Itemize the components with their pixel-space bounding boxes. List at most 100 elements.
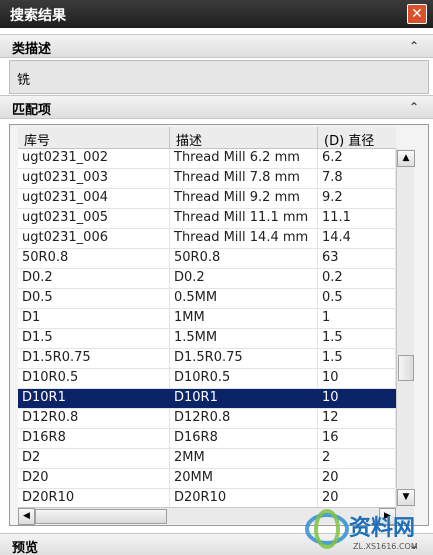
cell-diameter: 7.8 [318, 169, 396, 188]
triangle-up-icon: ▲ [402, 153, 410, 163]
table-row[interactable]: ugt0231_005 Thread Mill 11.1 mm 11.1 [18, 209, 396, 229]
collapse-match-button[interactable]: ⌃ [405, 99, 423, 115]
category-value: 铣 [17, 73, 31, 88]
table-body: ugt0231_002 Thread Mill 6.2 mm 6.2 ugt0231_… [18, 149, 396, 509]
scroll-down-button[interactable]: ▼ [397, 489, 415, 506]
cell-description: Thread Mill 14.4 mm [170, 229, 318, 248]
column-header-diameter[interactable]: (D) 直径 [318, 127, 396, 149]
table-row[interactable]: D1.5R0.75 D1.5R0.75 1.5 [18, 349, 396, 369]
cell-library-id: D2 [18, 449, 170, 468]
cell-diameter: 6.2 [318, 149, 396, 168]
cell-library-id: 50R0.8 [18, 249, 170, 268]
table-row[interactable]: 50R0.8 50R0.8 63 [18, 249, 396, 269]
table-row[interactable]: D1.5 1.5MM 1.5 [18, 329, 396, 349]
horizontal-scroll-thumb[interactable] [35, 509, 167, 524]
cell-library-id: ugt0231_002 [18, 149, 170, 168]
table-row[interactable]: D16R8 D16R8 16 [18, 429, 396, 449]
table-row[interactable]: D1 1MM 1 [18, 309, 396, 329]
cell-library-id: ugt0231_006 [18, 229, 170, 248]
cell-diameter: 10 [318, 369, 396, 388]
cell-description: Thread Mill 9.2 mm [170, 189, 318, 208]
watermark-swirl-icon: 资料网 ZL.XS1616.COM [305, 509, 418, 551]
match-table: 库号 描述 (D) 直径 ugt0231_002 Thread Mill 6.2 … [9, 124, 429, 526]
cell-description: D20R10 [170, 489, 318, 508]
cell-library-id: D20R10 [18, 489, 170, 508]
cell-description: Thread Mill 7.8 mm [170, 169, 318, 188]
category-section-header[interactable]: 类描述 ⌃ [0, 34, 433, 58]
cell-description: 20MM [170, 469, 318, 488]
cell-library-id: D1 [18, 309, 170, 328]
match-section-header[interactable]: 匹配项 ⌃ [0, 95, 433, 119]
table-row[interactable]: ugt0231_006 Thread Mill 14.4 mm 14.4 [18, 229, 396, 249]
table-header: 库号 描述 (D) 直径 [18, 127, 396, 149]
cell-description: D16R8 [170, 429, 318, 448]
cell-diameter: 20 [318, 469, 396, 488]
cell-library-id: D10R0.5 [18, 369, 170, 388]
cell-diameter: 14.4 [318, 229, 396, 248]
match-section-title: 匹配项 [12, 103, 52, 118]
table-row[interactable]: ugt0231_002 Thread Mill 6.2 mm 6.2 [18, 149, 396, 169]
cell-diameter: 10 [318, 389, 396, 408]
cell-diameter: 1 [318, 309, 396, 328]
cell-library-id: D16R8 [18, 429, 170, 448]
cell-diameter: 0.5 [318, 289, 396, 308]
cell-library-id: ugt0231_004 [18, 189, 170, 208]
cell-description: D12R0.8 [170, 409, 318, 428]
chevron-up-icon: ⌃ [408, 100, 420, 114]
cell-diameter: 16 [318, 429, 396, 448]
watermark-text: 资料网 [349, 516, 415, 541]
cell-diameter: 63 [318, 249, 396, 268]
cell-diameter: 1.5 [318, 349, 396, 368]
cell-library-id: ugt0231_005 [18, 209, 170, 228]
cell-diameter: 2 [318, 449, 396, 468]
column-header-description[interactable]: 描述 [170, 127, 318, 149]
cell-diameter: 12 [318, 409, 396, 428]
cell-library-id: D1.5 [18, 329, 170, 348]
scroll-left-button[interactable]: ◀ [18, 508, 35, 525]
collapse-category-button[interactable]: ⌃ [405, 38, 423, 54]
window-titlebar: 搜索结果 ✕ [0, 0, 433, 28]
window-title: 搜索结果 [10, 8, 66, 24]
cell-description: 2MM [170, 449, 318, 468]
close-icon: ✕ [411, 6, 423, 22]
table-row[interactable]: D2 2MM 2 [18, 449, 396, 469]
category-section-title: 类描述 [12, 42, 52, 57]
watermark-url: ZL.XS1616.COM [353, 542, 418, 551]
cell-diameter: 9.2 [318, 189, 396, 208]
triangle-down-icon: ▼ [402, 492, 410, 502]
category-value-box: 铣 [9, 60, 429, 94]
table-row[interactable]: D12R0.8 D12R0.8 12 [18, 409, 396, 429]
cell-description: D10R1 [170, 389, 318, 408]
cell-library-id: D0.2 [18, 269, 170, 288]
cell-diameter: 0.2 [318, 269, 396, 288]
cell-description: D10R0.5 [170, 369, 318, 388]
table-row[interactable]: ugt0231_003 Thread Mill 7.8 mm 7.8 [18, 169, 396, 189]
watermark-logo: 资料网 ZL.XS1616.COM [303, 505, 429, 553]
table-row[interactable]: D0.2 D0.2 0.2 [18, 269, 396, 289]
column-header-library-id[interactable]: 库号 [18, 127, 170, 149]
vertical-scroll-thumb[interactable] [398, 355, 414, 381]
cell-library-id: D20 [18, 469, 170, 488]
cell-library-id: D10R1 [18, 389, 170, 408]
cell-description: Thread Mill 6.2 mm [170, 149, 318, 168]
cell-description: 1.5MM [170, 329, 318, 348]
cell-description: 0.5MM [170, 289, 318, 308]
cell-description: 1MM [170, 309, 318, 328]
table-row[interactable]: D10R0.5 D10R0.5 10 [18, 369, 396, 389]
triangle-left-icon: ◀ [23, 511, 30, 521]
cell-description: 50R0.8 [170, 249, 318, 268]
cell-description: D1.5R0.75 [170, 349, 318, 368]
cell-diameter: 11.1 [318, 209, 396, 228]
preview-section-title: 预览 [12, 541, 39, 555]
cell-library-id: D12R0.8 [18, 409, 170, 428]
table-row[interactable]: D20 20MM 20 [18, 469, 396, 489]
table-row[interactable]: D10R1 D10R1 10 [18, 389, 396, 409]
cell-diameter: 1.5 [318, 329, 396, 348]
vertical-scrollbar[interactable]: ▲ ▼ [396, 149, 415, 507]
scroll-up-button[interactable]: ▲ [397, 150, 415, 167]
close-button[interactable]: ✕ [407, 4, 427, 24]
table-row[interactable]: ugt0231_004 Thread Mill 9.2 mm 9.2 [18, 189, 396, 209]
table-row[interactable]: D0.5 0.5MM 0.5 [18, 289, 396, 309]
chevron-up-icon: ⌃ [408, 39, 420, 53]
cell-library-id: D0.5 [18, 289, 170, 308]
